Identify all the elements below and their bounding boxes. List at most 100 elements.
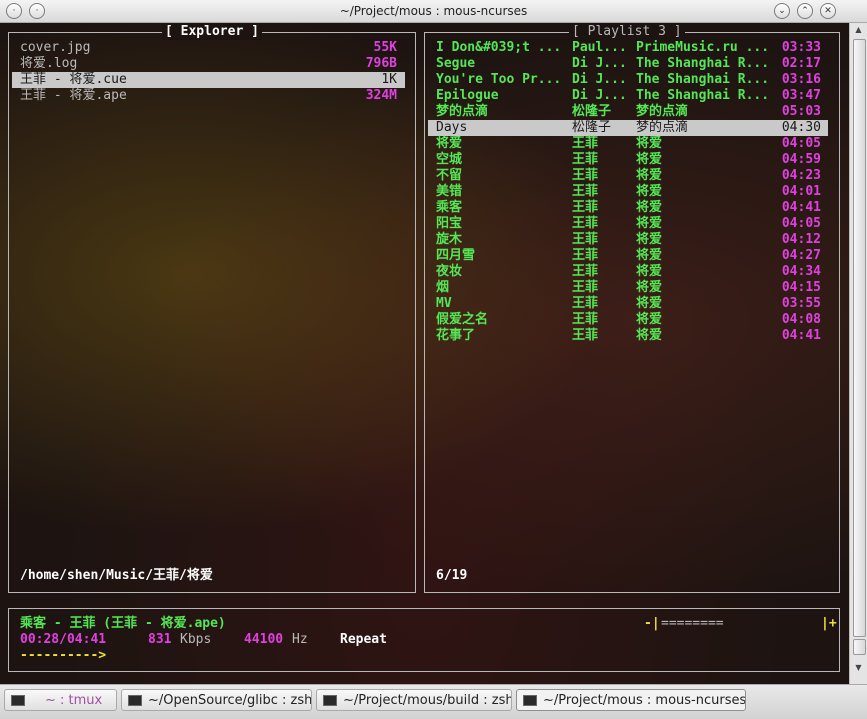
playlist-title: [ Playlist 3 ]: [569, 24, 685, 40]
explorer-panel: [ Explorer ] cover.jpg 55K 将爱.log 796B 王…: [8, 24, 416, 593]
volume-bar[interactable]: ========: [661, 616, 724, 632]
track-title: 乘客: [436, 200, 463, 215]
playlist-item[interactable]: 花事了 王菲 将爱 04:41: [428, 328, 828, 344]
explorer-path: /home/shen/Music/王菲/将爱: [20, 568, 213, 583]
playlist-item[interactable]: 空城 王菲 将爱 04:59: [428, 152, 828, 168]
track-duration: 02:17: [781, 56, 821, 71]
playlist-item[interactable]: 四月雪 王菲 将爱 04:27: [428, 248, 828, 264]
track-artist: 王菲: [572, 296, 599, 311]
track-duration: 04:30: [781, 120, 821, 135]
playlist-item[interactable]: 将爱 王菲 将爱 04:05: [428, 136, 828, 152]
volume-increase[interactable]: |+: [821, 616, 837, 632]
playlist-item[interactable]: 阳宝 王菲 将爱 04:05: [428, 216, 828, 232]
track-artist: 王菲: [572, 168, 599, 183]
playlist-item[interactable]: 乘客 王菲 将爱 04:41: [428, 200, 828, 216]
track-artist: 王菲: [572, 216, 599, 231]
playlist-item[interactable]: 旋木 王菲 将爱 04:12: [428, 232, 828, 248]
playlist-item[interactable]: 夜妆 王菲 将爱 04:34: [428, 264, 828, 280]
now-playing: 乘客 - 王菲 (王菲 - 将爱.ape): [20, 616, 226, 631]
file-size: 796B: [365, 56, 397, 71]
track-duration: 04:23: [781, 168, 821, 183]
track-artist: 王菲: [572, 248, 599, 263]
track-duration: 03:33: [781, 40, 821, 55]
track-title: 烟: [436, 280, 450, 295]
scroll-down-icon[interactable]: ▼: [853, 663, 864, 675]
track-title: 梦的点滴: [436, 104, 489, 119]
task-glibc[interactable]: ~/OpenSource/glibc : zsh: [121, 689, 312, 711]
file-name: 王菲 - 将爱.cue: [20, 72, 127, 87]
track-title: 夜妆: [436, 264, 463, 279]
terminal-icon: [323, 695, 337, 706]
track-artist: Di J...: [572, 72, 627, 87]
terminal[interactable]: [ Explorer ] cover.jpg 55K 将爱.log 796B 王…: [0, 23, 849, 684]
play-time: 00:28/04:41: [20, 632, 107, 647]
track-duration: 04:15: [781, 280, 821, 295]
file-name: 将爱.log: [20, 56, 78, 71]
track-title: 四月雪: [436, 248, 476, 263]
playlist-item[interactable]: I Don&#039;t ... Paul... PrimeMusic.ru ...…: [428, 40, 828, 56]
playlist-item[interactable]: Segue Di J... The Shanghai R... 02:17: [428, 56, 828, 72]
track-album: 将爱: [636, 232, 663, 247]
window-titlebar: · · ~/Project/mous : mous-ncurses ⌄ ⌃ ✕: [0, 0, 867, 23]
maximize-button[interactable]: ⌃: [797, 3, 813, 19]
volume-decrease[interactable]: -|: [644, 616, 660, 632]
track-duration: 04:05: [781, 136, 821, 151]
bitrate-unit: Kbps: [180, 632, 212, 647]
minimize-button[interactable]: ⌄: [774, 3, 790, 19]
track-duration: 04:41: [781, 328, 821, 343]
playlist-item[interactable]: MV 王菲 将爱 03:55: [428, 296, 828, 312]
explorer-item[interactable]: cover.jpg 55K: [12, 40, 405, 56]
track-title: You're Too Pr...: [436, 72, 562, 87]
track-album: 将爱: [636, 248, 663, 263]
file-size: 1K: [381, 72, 397, 87]
track-album: 将爱: [636, 136, 663, 151]
scroll-up-icon[interactable]: ▲: [853, 25, 864, 37]
terminal-icon: [11, 695, 25, 706]
terminal-scrollbar[interactable]: ▲ ▼: [849, 23, 867, 684]
taskbar: ~ : tmux ~/OpenSource/glibc : zsh ~/Proj…: [0, 684, 867, 719]
explorer-item-selected[interactable]: 王菲 - 将爱.cue 1K: [12, 72, 405, 88]
explorer-item[interactable]: 王菲 - 将爱.ape 324M: [12, 88, 405, 104]
playlist-item[interactable]: 美错 王菲 将爱 04:01: [428, 184, 828, 200]
track-duration: 03:16: [781, 72, 821, 87]
play-mode[interactable]: Repeat: [340, 632, 387, 648]
samplerate-unit: Hz: [292, 632, 308, 647]
track-album: 将爱: [636, 184, 663, 199]
explorer-item[interactable]: 将爱.log 796B: [12, 56, 405, 72]
task-tmux[interactable]: ~ : tmux: [4, 689, 117, 711]
close-button[interactable]: ✕: [820, 3, 836, 19]
scrollbar-thumb[interactable]: [853, 39, 866, 637]
playlist-item[interactable]: 假爱之名 王菲 将爱 04:08: [428, 312, 828, 328]
playlist-item[interactable]: 不留 王菲 将爱 04:23: [428, 168, 828, 184]
track-artist: 王菲: [572, 328, 599, 343]
track-album: PrimeMusic.ru ...: [636, 40, 770, 55]
playlist-item-selected[interactable]: Days 松隆子 梦的点滴 04:30: [428, 120, 828, 136]
playlist-item[interactable]: You're Too Pr... Di J... The Shanghai R...…: [428, 72, 828, 88]
track-duration: 05:03: [781, 104, 821, 119]
track-artist: 王菲: [572, 312, 599, 327]
track-title: 不留: [436, 168, 463, 183]
task-mous-build[interactable]: ~/Project/mous/build : zsh: [316, 689, 512, 711]
terminal-icon: [128, 695, 142, 706]
track-duration: 04:08: [781, 312, 821, 327]
playlist-item[interactable]: Epilogue Di J... The Shanghai R... 03:47: [428, 88, 828, 104]
task-mous-ncurses[interactable]: ~/Project/mous : mous-ncurses: [516, 689, 746, 711]
playlist-item[interactable]: 梦的点滴 松隆子 梦的点滴 05:03: [428, 104, 828, 120]
track-artist: 松隆子: [572, 120, 612, 135]
track-album: 将爱: [636, 152, 663, 167]
track-album: 将爱: [636, 168, 663, 183]
track-album: The Shanghai R...: [636, 72, 770, 87]
track-album: 梦的点滴: [636, 120, 689, 135]
scrollbar-handle[interactable]: [853, 639, 866, 655]
window-title: ~/Project/mous : mous-ncurses: [339, 4, 528, 18]
track-title: Segue: [436, 56, 476, 71]
explorer-title: [ Explorer ]: [162, 24, 262, 40]
terminal-icon: [523, 695, 537, 706]
track-artist: Paul...: [572, 40, 627, 55]
playlist-item[interactable]: 烟 王菲 将爱 04:15: [428, 280, 828, 296]
track-album: 梦的点滴: [636, 104, 689, 119]
playlist-position: 6/19: [436, 568, 468, 583]
track-title: Days: [436, 120, 468, 135]
progress-bar[interactable]: ---------->: [20, 648, 106, 664]
bitrate: 831: [148, 632, 172, 647]
